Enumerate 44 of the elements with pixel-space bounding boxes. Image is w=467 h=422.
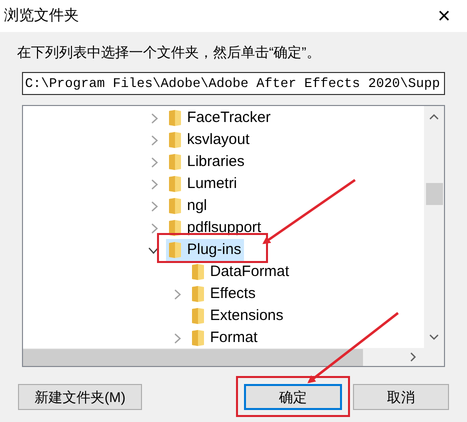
chevron-right-icon[interactable] [151,156,158,168]
folder-item[interactable]: Plug-ins [166,239,244,261]
folder-item[interactable]: ksvlayout [166,129,253,151]
chevron-right-icon[interactable] [151,178,158,190]
folder-item[interactable]: DataFormat [189,261,292,283]
dialog-button[interactable]: 新建文件夹(M) [18,384,142,410]
folder-item[interactable]: pdflsupport [166,217,264,239]
folder-icon [192,264,204,280]
folder-icon [169,154,181,170]
close-button[interactable]: × [421,0,467,32]
chevron-down-icon[interactable] [148,246,159,254]
folder-icon [192,308,204,324]
folder-item[interactable]: Effects [189,283,259,305]
folder-icon [169,198,181,214]
folder-item[interactable]: Format [189,327,261,348]
dialog-button[interactable]: 确定 [244,384,342,410]
folder-item[interactable]: Lumetri [166,173,240,195]
chevron-right-icon[interactable] [151,222,158,234]
scroll-thumb[interactable] [23,348,363,366]
folder-icon [169,242,181,258]
folder-icon [192,330,204,346]
chevron-right-icon[interactable] [151,200,158,212]
scroll-right-icon[interactable] [410,352,416,362]
window-title: 浏览文件夹 [4,6,79,26]
chevron-right-icon[interactable] [174,288,181,300]
chevron-right-icon[interactable] [151,134,158,146]
folder-icon [169,132,181,148]
instruction-text: 在下列列表中选择一个文件夹，然后单击“确定”。 [17,42,320,62]
folder-item[interactable]: FaceTracker [166,107,274,129]
dialog-button[interactable]: 取消 [353,384,449,410]
folder-item[interactable]: ngl [166,195,210,217]
folder-item[interactable]: Libraries [166,151,248,173]
folder-icon [192,286,204,302]
vertical-scrollbar[interactable] [424,106,444,348]
chevron-right-icon[interactable] [151,112,158,124]
chevron-right-icon[interactable] [174,332,181,344]
folder-icon [169,176,181,192]
scroll-up-icon[interactable] [429,114,439,120]
scroll-thumb[interactable] [426,183,442,205]
path-field[interactable]: C:\Program Files\Adobe\Adobe After Effects 2020\Supp [22,72,445,95]
scroll-down-icon[interactable] [429,334,439,340]
horizontal-scrollbar[interactable] [23,348,444,366]
folder-icon [169,110,181,126]
folder-item[interactable]: Extensions [189,305,286,327]
